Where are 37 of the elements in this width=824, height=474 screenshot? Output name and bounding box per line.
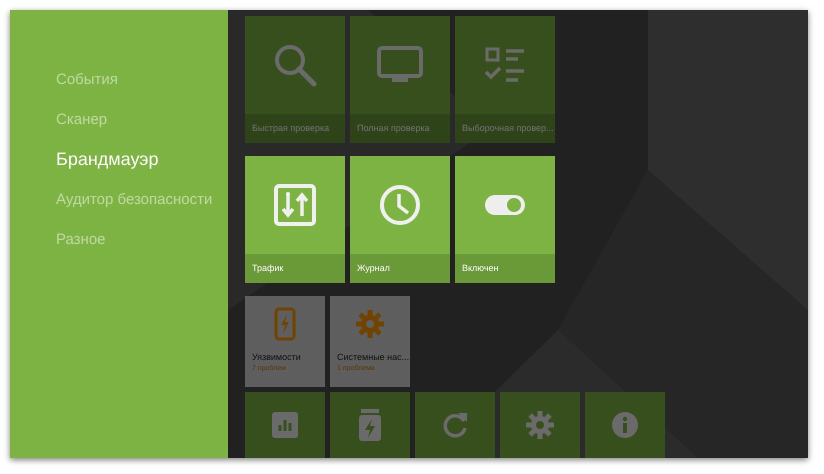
tile-label: Выборочная провер... bbox=[455, 114, 555, 143]
tile[interactable]: Выборочная провер... bbox=[455, 16, 555, 143]
jar-bolt-icon bbox=[358, 409, 382, 441]
sidebar-item[interactable]: Сканер bbox=[56, 110, 228, 129]
search-icon bbox=[272, 42, 318, 88]
clock-icon bbox=[379, 184, 421, 226]
sidebar-item[interactable]: Аудитор безопасности bbox=[56, 190, 228, 209]
tile[interactable] bbox=[500, 392, 580, 458]
sidebar-item[interactable]: Разное bbox=[56, 230, 228, 249]
gear-icon bbox=[526, 411, 554, 439]
tile-label: Системные нас... bbox=[336, 352, 410, 362]
tile-label: Уязвимости bbox=[251, 352, 302, 362]
sidebar-item[interactable]: События bbox=[56, 70, 228, 89]
tile-label: Трафик bbox=[245, 254, 345, 283]
tile[interactable] bbox=[330, 392, 410, 458]
phone-bolt-icon bbox=[274, 307, 296, 341]
info-icon bbox=[611, 411, 639, 439]
tile[interactable] bbox=[415, 392, 495, 458]
tile-label: Полная проверка bbox=[350, 114, 450, 143]
tile[interactable]: Трафик bbox=[245, 156, 345, 283]
tile[interactable]: Быстрая проверка bbox=[245, 16, 345, 143]
toggle-switch[interactable] bbox=[484, 194, 526, 216]
tile-label: Журнал bbox=[350, 254, 450, 283]
tile-label: Включен bbox=[455, 254, 555, 283]
refresh-icon bbox=[441, 411, 469, 439]
checklist-icon bbox=[484, 47, 526, 83]
tile[interactable] bbox=[585, 392, 665, 458]
tile[interactable]: Журнал bbox=[350, 156, 450, 283]
tile[interactable] bbox=[245, 392, 325, 458]
tile-label: Быстрая проверка bbox=[245, 114, 345, 143]
bar-chart-icon bbox=[272, 412, 298, 438]
sidebar-item[interactable]: Брандмауэр bbox=[56, 150, 228, 169]
gear-icon bbox=[356, 310, 384, 338]
monitor-icon bbox=[377, 46, 423, 84]
tile[interactable]: Включен bbox=[455, 156, 555, 283]
up-down-arrows-icon bbox=[274, 184, 316, 226]
tile[interactable]: Полная проверка bbox=[350, 16, 450, 143]
